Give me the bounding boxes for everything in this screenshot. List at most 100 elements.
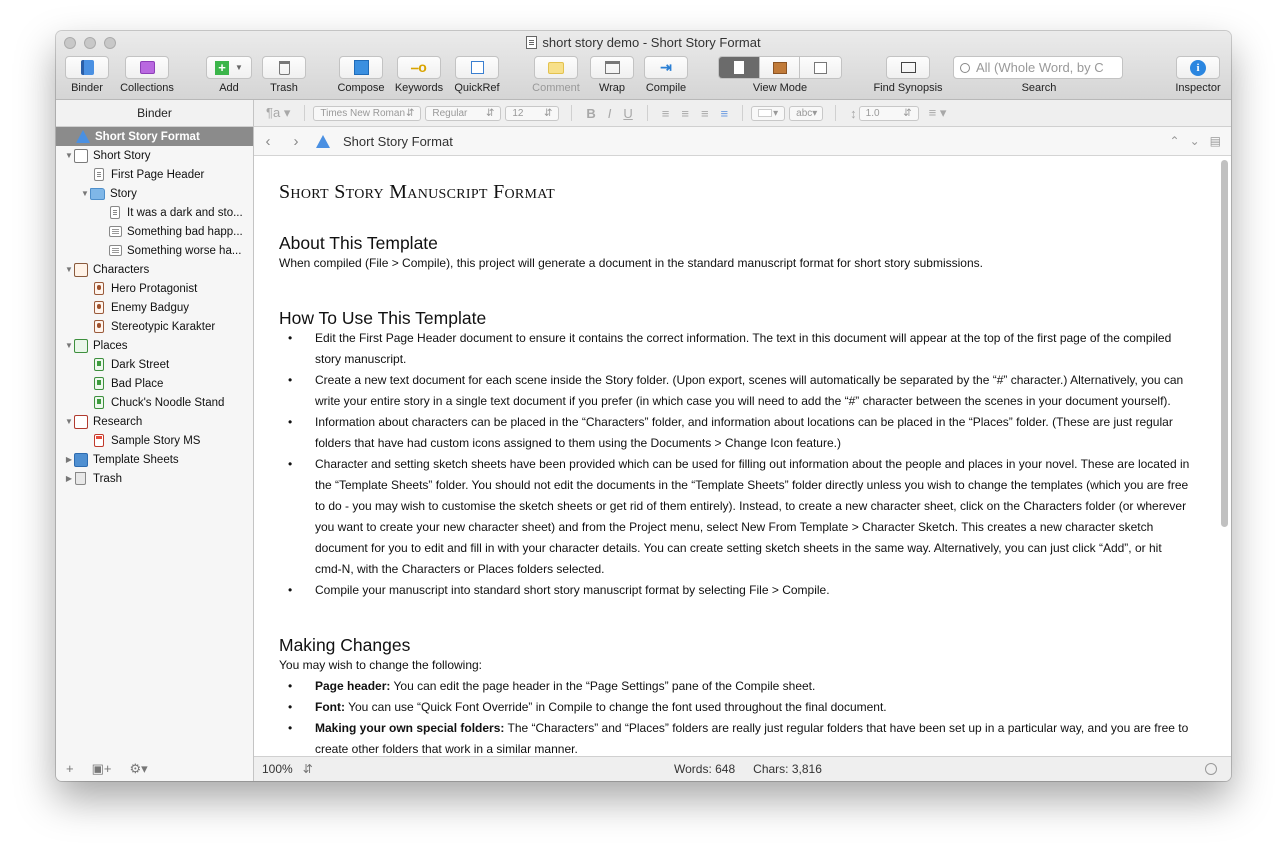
split-view-icon[interactable]: ▤ <box>1210 134 1221 148</box>
editor-text-area[interactable]: Short Story Manuscript Format About This… <box>254 156 1231 756</box>
binder-item-places[interactable]: ▼ Places <box>56 336 253 355</box>
binder-item-scene-3[interactable]: Something worse ha... <box>56 241 253 260</box>
collections-button[interactable] <box>125 56 169 79</box>
italic-icon[interactable]: I <box>608 106 612 121</box>
gear-icon[interactable]: ⚙▾ <box>129 761 147 777</box>
list-item: Making your own special folders: The “Ch… <box>279 718 1191 756</box>
add-item-icon[interactable]: + <box>66 761 74 776</box>
editor-header: ‹ › Short Story Format ⌃ ⌄ ▤ <box>254 127 1231 156</box>
next-document-icon[interactable]: ⌄ <box>1190 134 1200 148</box>
binder-item-first-page-header[interactable]: First Page Header <box>56 165 253 184</box>
binder-item-stereotypic-karakter[interactable]: Stereotypic Karakter <box>56 317 253 336</box>
binder-item-short-story[interactable]: ▼ Short Story <box>56 146 253 165</box>
inspector-toolbar-item[interactable]: i Inspector <box>1171 56 1225 94</box>
forward-arrow-icon[interactable]: › <box>282 133 310 150</box>
disclosure-closed-icon[interactable]: ▶ <box>64 455 74 464</box>
search-input[interactable]: All (Whole Word, by C <box>953 56 1123 79</box>
align-center-icon[interactable]: ≡ <box>681 106 689 121</box>
comment-button[interactable] <box>534 56 578 79</box>
view-mode-document-button[interactable] <box>719 57 760 78</box>
font-style-select[interactable]: Regular ⇵ <box>425 105 502 121</box>
list-icon[interactable]: ≡ ▾ <box>929 105 947 121</box>
add-folder-icon[interactable]: ▣+ <box>92 761 112 777</box>
trash-button[interactable] <box>262 56 306 79</box>
binder-item-bad-place[interactable]: Bad Place <box>56 374 253 393</box>
comment-toolbar-item[interactable]: Comment <box>530 56 582 94</box>
word-count[interactable]: Words: 648 Chars: 3,816 <box>674 762 822 776</box>
binder-item-research[interactable]: ▼ Research <box>56 412 253 431</box>
trash-toolbar-item[interactable]: Trash <box>261 56 307 94</box>
disclosure-open-icon[interactable]: ▼ <box>64 265 74 274</box>
view-mode-outliner-button[interactable] <box>800 57 841 78</box>
add-button[interactable]: + ▼ <box>206 56 252 79</box>
compile-toolbar-item[interactable]: ⇥ Compile <box>642 56 690 94</box>
window-title-bar: short story demo - Short Story Format <box>56 35 1231 50</box>
binder-toolbar-item[interactable]: Binder <box>64 56 110 94</box>
disclosure-open-icon[interactable]: ▼ <box>80 189 90 198</box>
compose-button[interactable] <box>339 56 383 79</box>
target-icon[interactable] <box>1205 763 1217 775</box>
compile-button[interactable]: ⇥ <box>644 56 688 79</box>
editor-scrollbar[interactable] <box>1221 160 1228 527</box>
wrap-button[interactable] <box>590 56 634 79</box>
binder-item-sample-story-ms[interactable]: Sample Story MS <box>56 431 253 450</box>
font-size-field[interactable]: 12 ⇵ <box>505 105 560 121</box>
binder-item-scene-2[interactable]: Something bad happ... <box>56 222 253 241</box>
bold-icon[interactable]: B <box>586 106 595 121</box>
align-left-icon[interactable]: ≡ <box>662 106 670 121</box>
binder-item-label: It was a dark and sto... <box>127 206 243 219</box>
align-justify-icon[interactable]: ≡ <box>721 106 729 121</box>
document-icon <box>110 206 120 219</box>
comment-icon <box>548 61 564 74</box>
warning-icon <box>316 134 330 148</box>
zoom-control[interactable]: 100% ⇵ <box>262 762 313 776</box>
binder-item-hero-protagonist[interactable]: Hero Protagonist <box>56 279 253 298</box>
binder-item-story[interactable]: ▼ Story <box>56 184 253 203</box>
character-sheet-icon <box>94 320 104 333</box>
binder-item-template-sheets[interactable]: ▶ Template Sheets <box>56 450 253 469</box>
collections-toolbar-item[interactable]: Collections <box>116 56 178 94</box>
add-toolbar-item[interactable]: + ▼ Add <box>206 56 252 94</box>
binder-button[interactable] <box>65 56 109 79</box>
binder-item-characters[interactable]: ▼ Characters <box>56 260 253 279</box>
binder-item-dark-street[interactable]: Dark Street <box>56 355 253 374</box>
align-right-icon[interactable]: ≡ <box>701 106 709 121</box>
highlight-color-well[interactable]: abc ▾ <box>789 105 824 121</box>
find-synopsis-button[interactable] <box>886 56 930 79</box>
keywords-button[interactable]: ⎯o <box>397 56 441 79</box>
view-mode-segmented-control[interactable] <box>718 56 842 79</box>
list-item: Compile your manuscript into standard sh… <box>279 580 1191 601</box>
disclosure-open-icon[interactable]: ▼ <box>64 417 74 426</box>
chevron-down-icon: ▾ <box>773 107 779 119</box>
list-item-term: Font: <box>315 700 345 714</box>
disclosure-open-icon[interactable]: ▼ <box>64 151 74 160</box>
disclosure-open-icon[interactable]: ▼ <box>64 341 74 350</box>
editor-document-title[interactable]: Short Story Format <box>316 134 453 149</box>
wrap-toolbar-item[interactable]: Wrap <box>589 56 635 94</box>
paragraph-style-icon[interactable]: ¶a ▾ <box>266 105 290 121</box>
quickref-toolbar-item[interactable]: QuickRef <box>451 56 503 94</box>
binder-item-scene-1[interactable]: It was a dark and sto... <box>56 203 253 222</box>
back-arrow-icon[interactable]: ‹ <box>254 133 282 150</box>
list-item-term: Page header: <box>315 679 391 693</box>
line-spacing-field[interactable]: 1.0 ⇵ <box>858 105 919 121</box>
chars-count: Chars: 3,816 <box>753 762 822 776</box>
keywords-toolbar-item[interactable]: ⎯o Keywords <box>393 56 445 94</box>
compose-toolbar-item[interactable]: Compose <box>335 56 387 94</box>
collections-label: Collections <box>120 82 174 94</box>
find-synopsis-toolbar-item[interactable]: Find Synopsis <box>868 56 948 94</box>
binder-item-enemy-badguy[interactable]: Enemy Badguy <box>56 298 253 317</box>
binder-item-trash[interactable]: ▶ Trash <box>56 469 253 488</box>
disclosure-closed-icon[interactable]: ▶ <box>64 474 74 483</box>
view-mode-corkboard-button[interactable] <box>759 57 801 78</box>
about-heading: About This Template <box>279 233 438 253</box>
binder-item-chucks-noodle-stand[interactable]: Chuck's Noodle Stand <box>56 393 253 412</box>
previous-document-icon[interactable]: ⌃ <box>1170 134 1180 148</box>
text-color-well[interactable]: ▾ <box>751 105 786 121</box>
underline-icon[interactable]: U <box>623 106 632 121</box>
binder-item-short-story-format[interactable]: Short Story Format <box>56 127 253 146</box>
quickref-button[interactable] <box>455 56 499 79</box>
binder-item-label: Something bad happ... <box>127 225 243 238</box>
inspector-button[interactable]: i <box>1176 56 1220 79</box>
font-family-select[interactable]: Times New Roman ⇵ <box>313 105 422 121</box>
